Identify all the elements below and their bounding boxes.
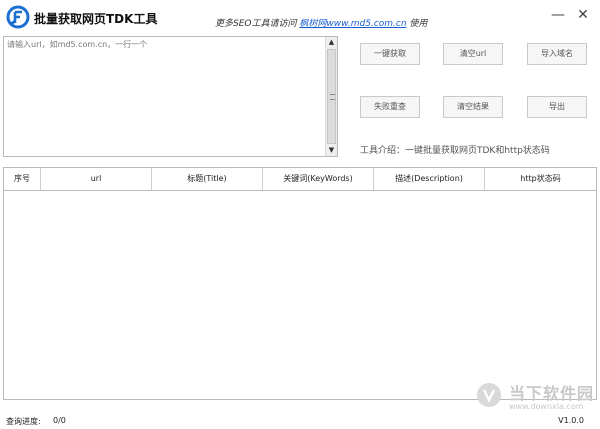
scroll-thumb[interactable] <box>327 49 336 144</box>
title-bar: 批量获取网页TDK工具 更多SEO工具请访问 枫树网www.md5.com.cn… <box>0 0 600 34</box>
version-label: V1.0.0 <box>558 416 584 425</box>
column-header-description[interactable]: 描述(Description) <box>374 168 485 190</box>
fetch-button[interactable]: 一键获取 <box>360 43 420 65</box>
url-input[interactable] <box>4 37 326 156</box>
url-input-box: ▲ ▼ <box>3 36 338 157</box>
promo-prefix: 更多SEO工具请访问 <box>215 19 297 29</box>
progress-value: 0/0 <box>53 416 66 425</box>
retry-failed-button[interactable]: 失败重查 <box>360 96 420 118</box>
column-header-http-status[interactable]: http状态码 <box>485 168 596 190</box>
watermark-url: www.downxia.com <box>509 402 584 411</box>
app-logo-icon <box>6 5 30 29</box>
table-header: 序号 url 标题(Title) 关键词(KeyWords) 描述(Descri… <box>4 168 596 191</box>
column-header-title[interactable]: 标题(Title) <box>152 168 263 190</box>
import-domain-button[interactable]: 导入域名 <box>527 43 587 65</box>
results-table[interactable]: 序号 url 标题(Title) 关键词(KeyWords) 描述(Descri… <box>3 167 597 400</box>
column-header-keywords[interactable]: 关键词(KeyWords) <box>263 168 374 190</box>
watermark-text: 当下软件园 <box>509 384 595 403</box>
minimize-button[interactable]: — <box>551 8 565 22</box>
column-header-url[interactable]: url <box>41 168 152 190</box>
progress-label: 查询进度: <box>6 417 41 426</box>
clear-results-button[interactable]: 清空结果 <box>443 96 503 118</box>
close-button[interactable]: ✕ <box>576 8 590 22</box>
scroll-up-icon[interactable]: ▲ <box>326 37 337 48</box>
watermark-logo-icon <box>477 383 501 407</box>
promo-link[interactable]: 枫树网www.md5.com.cn <box>299 19 406 29</box>
promo-text: 更多SEO工具请访问 枫树网www.md5.com.cn 使用 <box>215 16 427 29</box>
app-title: 批量获取网页TDK工具 <box>34 12 158 26</box>
tool-intro: 工具介绍：一键批量获取网页TDK和http状态码 <box>360 146 550 156</box>
scroll-grip-icon <box>330 94 335 100</box>
url-input-scrollbar[interactable]: ▲ ▼ <box>325 37 337 156</box>
column-header-index[interactable]: 序号 <box>4 168 41 190</box>
scroll-down-icon[interactable]: ▼ <box>326 145 337 156</box>
clear-url-button[interactable]: 清空url <box>443 43 503 65</box>
export-button[interactable]: 导出 <box>527 96 587 118</box>
promo-suffix: 使用 <box>409 19 428 29</box>
